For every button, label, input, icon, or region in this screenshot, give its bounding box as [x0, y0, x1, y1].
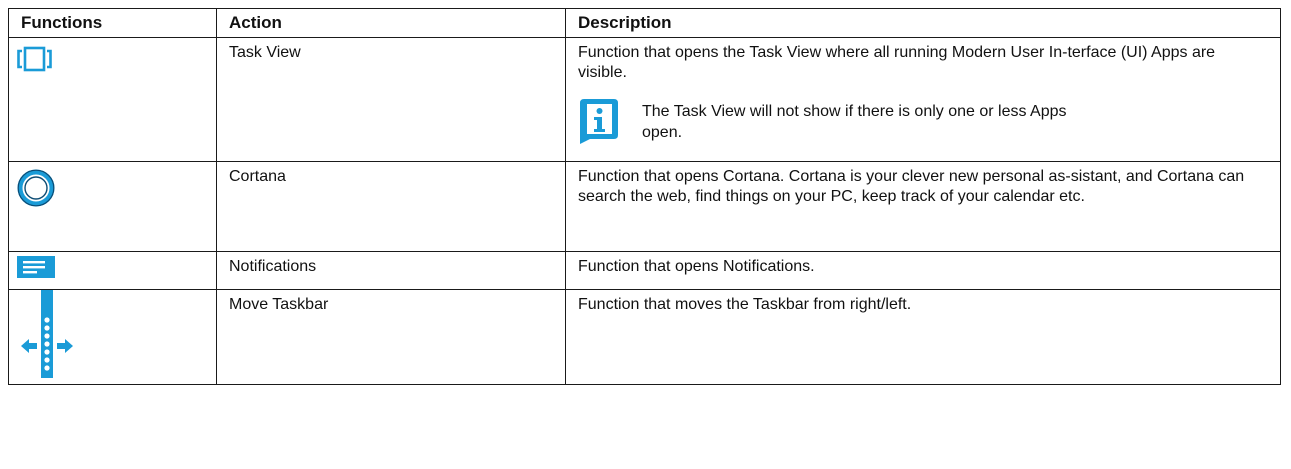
description-cell: Function that opens the Task View where …	[565, 37, 1281, 162]
table-row: Move Taskbar Function that moves the Tas…	[8, 289, 1281, 385]
notifications-icon	[17, 256, 55, 278]
description-cell: Function that moves the Taskbar from rig…	[565, 289, 1281, 385]
header-row: Functions Action Description	[8, 8, 1281, 38]
header-action: Action	[216, 8, 566, 38]
action-cell: Task View	[216, 37, 566, 162]
action-cell: Notifications	[216, 251, 566, 290]
info-icon	[580, 99, 618, 144]
description-cell: Function that opens Cortana. Cortana is …	[565, 161, 1281, 252]
info-note: The Task View will not show if there is …	[578, 97, 1268, 145]
note-text: The Task View will not show if there is …	[642, 103, 1067, 141]
function-icon-cell	[8, 37, 217, 162]
function-icon-cell	[8, 289, 217, 385]
function-icon-cell	[8, 161, 217, 252]
description-text: Function that opens the Task View where …	[578, 44, 1216, 81]
function-icon-cell	[8, 251, 217, 290]
header-description: Description	[565, 8, 1281, 38]
table-row: Task View Function that opens the Task V…	[8, 37, 1281, 162]
header-functions: Functions	[8, 8, 217, 38]
description-cell: Function that opens Notifications.	[565, 251, 1281, 290]
table-row: Cortana Function that opens Cortana. Cor…	[8, 161, 1281, 252]
action-cell: Move Taskbar	[216, 289, 566, 385]
task-view-icon	[17, 46, 52, 72]
functions-table: Functions Action Description Task View F…	[8, 8, 1281, 385]
action-cell: Cortana	[216, 161, 566, 252]
table-row: Notifications Function that opens Notifi…	[8, 251, 1281, 290]
cortana-icon	[17, 169, 55, 207]
move-taskbar-icon	[21, 290, 73, 378]
